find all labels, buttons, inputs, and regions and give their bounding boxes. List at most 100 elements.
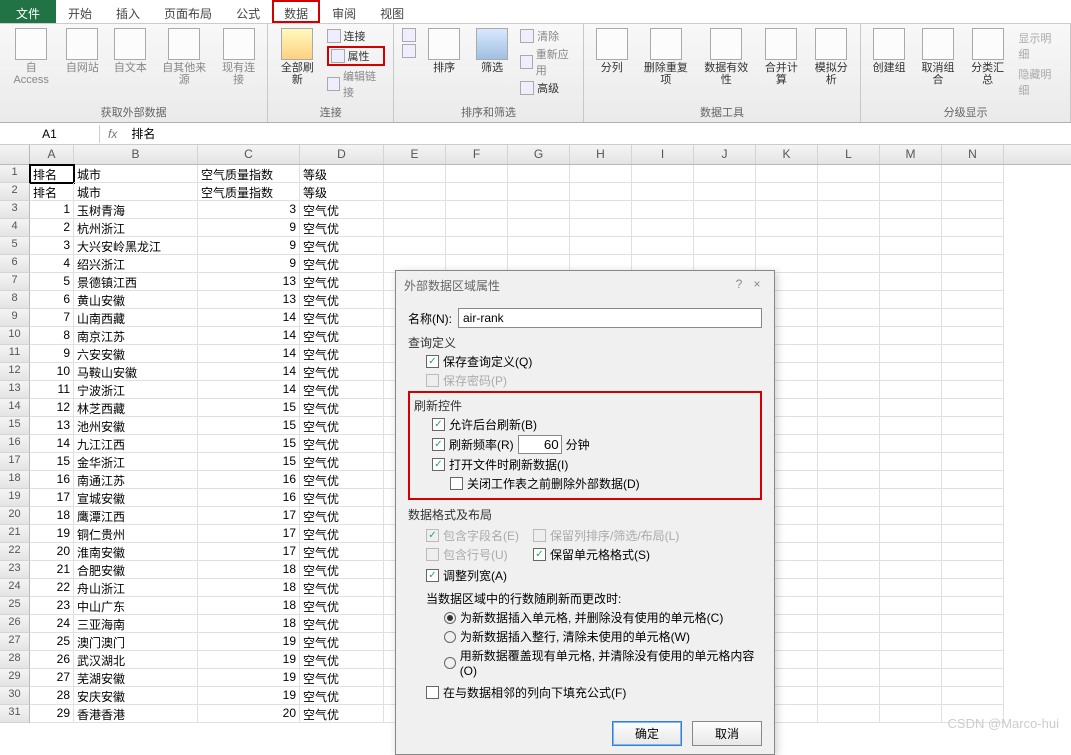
- cell[interactable]: [818, 201, 880, 219]
- cell[interactable]: [942, 561, 1004, 579]
- cell[interactable]: 九江江西: [74, 435, 198, 453]
- btn-hide-detail[interactable]: 隐藏明细: [1018, 66, 1060, 98]
- cell[interactable]: [818, 453, 880, 471]
- cell[interactable]: 24: [30, 615, 74, 633]
- cell[interactable]: [818, 489, 880, 507]
- cell[interactable]: 空气优: [300, 363, 384, 381]
- tab-start[interactable]: 开始: [56, 0, 104, 23]
- btn-sort-za[interactable]: [402, 44, 416, 58]
- cell[interactable]: 舟山浙江: [74, 579, 198, 597]
- cell[interactable]: [818, 417, 880, 435]
- row-header[interactable]: 28: [0, 651, 30, 669]
- chk-keep-fmt[interactable]: [533, 548, 546, 561]
- cell[interactable]: 空气优: [300, 327, 384, 345]
- cell[interactable]: 大兴安岭黑龙江: [74, 237, 198, 255]
- cell[interactable]: [880, 417, 942, 435]
- cell[interactable]: 29: [30, 705, 74, 723]
- row-header[interactable]: 3: [0, 201, 30, 219]
- cell[interactable]: 排名: [30, 183, 74, 201]
- cell[interactable]: [880, 651, 942, 669]
- cell[interactable]: [942, 543, 1004, 561]
- chk-del-before-close[interactable]: [450, 477, 463, 490]
- cell[interactable]: [818, 561, 880, 579]
- cell[interactable]: 空气优: [300, 561, 384, 579]
- cell[interactable]: 23: [30, 597, 74, 615]
- cell[interactable]: [942, 471, 1004, 489]
- row-header[interactable]: 4: [0, 219, 30, 237]
- cell[interactable]: [818, 381, 880, 399]
- cell[interactable]: [756, 237, 818, 255]
- cell[interactable]: [880, 489, 942, 507]
- cell[interactable]: 13: [30, 417, 74, 435]
- row-header[interactable]: 22: [0, 543, 30, 561]
- cell[interactable]: 3: [30, 237, 74, 255]
- cell[interactable]: 南京江苏: [74, 327, 198, 345]
- cell[interactable]: [818, 237, 880, 255]
- cell[interactable]: [818, 345, 880, 363]
- cancel-button[interactable]: 取消: [692, 721, 762, 746]
- cell[interactable]: [508, 201, 570, 219]
- cell[interactable]: 7: [30, 309, 74, 327]
- cell[interactable]: 空气优: [300, 345, 384, 363]
- cell[interactable]: 5: [30, 273, 74, 291]
- cell[interactable]: 20: [198, 705, 300, 723]
- cell[interactable]: [942, 219, 1004, 237]
- cell[interactable]: [384, 237, 446, 255]
- cell[interactable]: [880, 543, 942, 561]
- btn-show-detail[interactable]: 显示明细: [1018, 30, 1060, 62]
- cell[interactable]: [632, 237, 694, 255]
- cell[interactable]: 空气优: [300, 507, 384, 525]
- cell[interactable]: [880, 597, 942, 615]
- row-header[interactable]: 30: [0, 687, 30, 705]
- cell[interactable]: 铜仁贵州: [74, 525, 198, 543]
- cell[interactable]: 空气优: [300, 651, 384, 669]
- chk-bg-refresh[interactable]: [432, 418, 445, 431]
- col-header[interactable]: A: [30, 145, 74, 164]
- btn-edit-links[interactable]: 编辑链接: [327, 68, 386, 100]
- row-header[interactable]: 26: [0, 615, 30, 633]
- cell[interactable]: [942, 579, 1004, 597]
- cell[interactable]: [818, 273, 880, 291]
- cell[interactable]: [570, 165, 632, 183]
- btn-from-text[interactable]: 自文本: [108, 26, 152, 76]
- cell[interactable]: 池州安徽: [74, 417, 198, 435]
- radio-opt2[interactable]: [444, 631, 456, 643]
- cell[interactable]: [880, 507, 942, 525]
- row-header[interactable]: 27: [0, 633, 30, 651]
- chk-refresh-on-open[interactable]: [432, 458, 445, 471]
- col-header[interactable]: F: [446, 145, 508, 164]
- cell[interactable]: 19: [198, 687, 300, 705]
- row-header[interactable]: 12: [0, 363, 30, 381]
- cell[interactable]: 17: [198, 525, 300, 543]
- cell[interactable]: [818, 291, 880, 309]
- cell[interactable]: [508, 219, 570, 237]
- cell[interactable]: [942, 363, 1004, 381]
- btn-from-other[interactable]: 自其他来源: [156, 26, 212, 88]
- cell[interactable]: 16: [198, 471, 300, 489]
- btn-clear-filter[interactable]: 清除: [520, 28, 575, 44]
- cell[interactable]: 21: [30, 561, 74, 579]
- cell[interactable]: [508, 165, 570, 183]
- cell[interactable]: [446, 219, 508, 237]
- cell[interactable]: 空气优: [300, 417, 384, 435]
- cell[interactable]: 18: [198, 615, 300, 633]
- cell[interactable]: 等级: [300, 165, 384, 183]
- cell[interactable]: [818, 255, 880, 273]
- cell[interactable]: 排名: [30, 165, 74, 183]
- cell[interactable]: [570, 201, 632, 219]
- cell[interactable]: 9: [30, 345, 74, 363]
- cell[interactable]: 空气优: [300, 309, 384, 327]
- cell[interactable]: [508, 237, 570, 255]
- chk-adjust-colw[interactable]: [426, 569, 439, 582]
- cell[interactable]: 18: [30, 507, 74, 525]
- cell[interactable]: 14: [198, 363, 300, 381]
- cell[interactable]: 空气优: [300, 291, 384, 309]
- row-header[interactable]: 5: [0, 237, 30, 255]
- cell[interactable]: [942, 651, 1004, 669]
- cell[interactable]: [880, 453, 942, 471]
- btn-connections[interactable]: 连接: [327, 28, 386, 44]
- radio-opt1[interactable]: [444, 612, 456, 624]
- cell[interactable]: 空气优: [300, 543, 384, 561]
- btn-group[interactable]: 创建组: [867, 26, 911, 76]
- cell[interactable]: 15: [198, 453, 300, 471]
